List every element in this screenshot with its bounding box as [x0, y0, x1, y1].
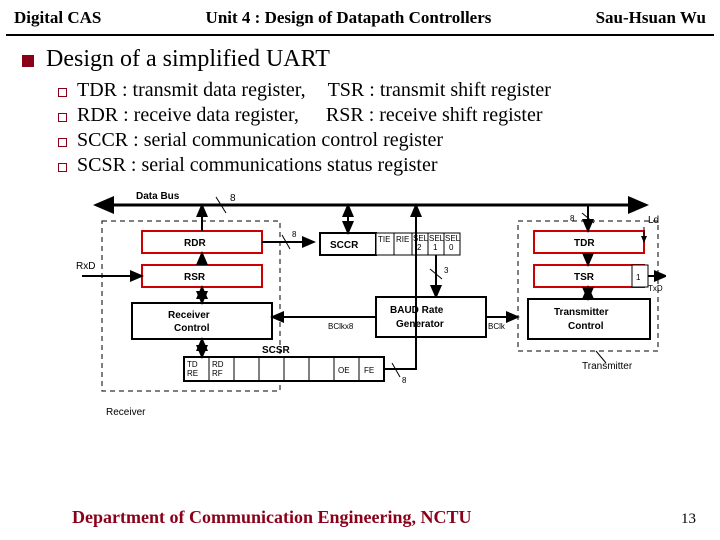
svg-text:Generator: Generator [396, 319, 444, 330]
label-rx-ctrl-1: Receiver [168, 310, 210, 321]
svg-text:Transmitter: Transmitter [554, 307, 609, 318]
label-bus-width: 8 [230, 193, 236, 204]
label-tdr: TDR [574, 238, 595, 249]
uart-block-diagram: Data Bus 8 Receiver RDR 8 RSR RxD Receiv… [76, 187, 698, 442]
svg-text:SEL: SEL [429, 234, 445, 243]
svg-text:8: 8 [570, 214, 575, 223]
svg-text:Control: Control [568, 321, 604, 332]
label-rx-ctrl-2: Control [174, 323, 210, 334]
svg-text:2: 2 [417, 243, 422, 252]
label-rdr-width: 8 [292, 230, 297, 239]
subbullet-icon [58, 113, 67, 122]
bullet-2: RDR : receive data register, RSR : recei… [77, 104, 543, 127]
header-rule [6, 34, 714, 36]
svg-text:1: 1 [433, 243, 438, 252]
footer-dept: Department of Communication Engineering,… [72, 507, 471, 528]
svg-text:RF: RF [212, 369, 223, 378]
svg-text:1: 1 [636, 273, 641, 282]
svg-text:8: 8 [402, 376, 407, 385]
svg-text:TD: TD [187, 360, 198, 369]
svg-text:TIE: TIE [378, 235, 390, 244]
page-number: 13 [681, 511, 696, 528]
bullet-4: SCSR : serial communications status regi… [77, 154, 438, 177]
subbullet-icon [58, 88, 67, 97]
label-data-bus: Data Bus [136, 191, 180, 202]
label-transmitter: Transmitter [582, 361, 633, 372]
label-rsr: RSR [184, 272, 206, 283]
header-right: Sau-Hsuan Wu [596, 8, 706, 28]
bullet-3: SCCR : serial communication control regi… [77, 129, 443, 152]
subbullet-icon [58, 138, 67, 147]
bullet-1: TDR : transmit data register,TSR : trans… [77, 79, 551, 102]
svg-text:RE: RE [187, 369, 198, 378]
svg-text:OE: OE [338, 366, 350, 375]
label-receiver: Receiver [106, 407, 146, 418]
header-left: Digital CAS [14, 8, 101, 28]
label-txd: TxD [648, 284, 663, 293]
svg-text:SEL: SEL [445, 234, 461, 243]
label-sccr: SCCR [330, 240, 359, 251]
bullet-icon [22, 55, 34, 67]
slide-title: Design of a simplified UART [46, 46, 330, 73]
label-bclkx8: BClkx8 [328, 322, 354, 331]
header-center: Unit 4 : Design of Datapath Controllers [101, 8, 595, 28]
label-tsr: TSR [574, 272, 595, 283]
svg-text:RD: RD [212, 360, 224, 369]
slide-content: Design of a simplified UART TDR : transm… [0, 46, 720, 442]
svg-text:3: 3 [444, 266, 449, 275]
label-rdr: RDR [184, 238, 206, 249]
svg-text:0: 0 [449, 243, 454, 252]
label-rxd: RxD [76, 261, 95, 272]
label-ld: Ld [648, 215, 659, 226]
label-scsr: SCSR [262, 345, 291, 356]
label-bclk: BClk [488, 322, 506, 331]
svg-text:FE: FE [364, 366, 374, 375]
subbullet-icon [58, 163, 67, 172]
svg-text:RIE: RIE [396, 235, 409, 244]
